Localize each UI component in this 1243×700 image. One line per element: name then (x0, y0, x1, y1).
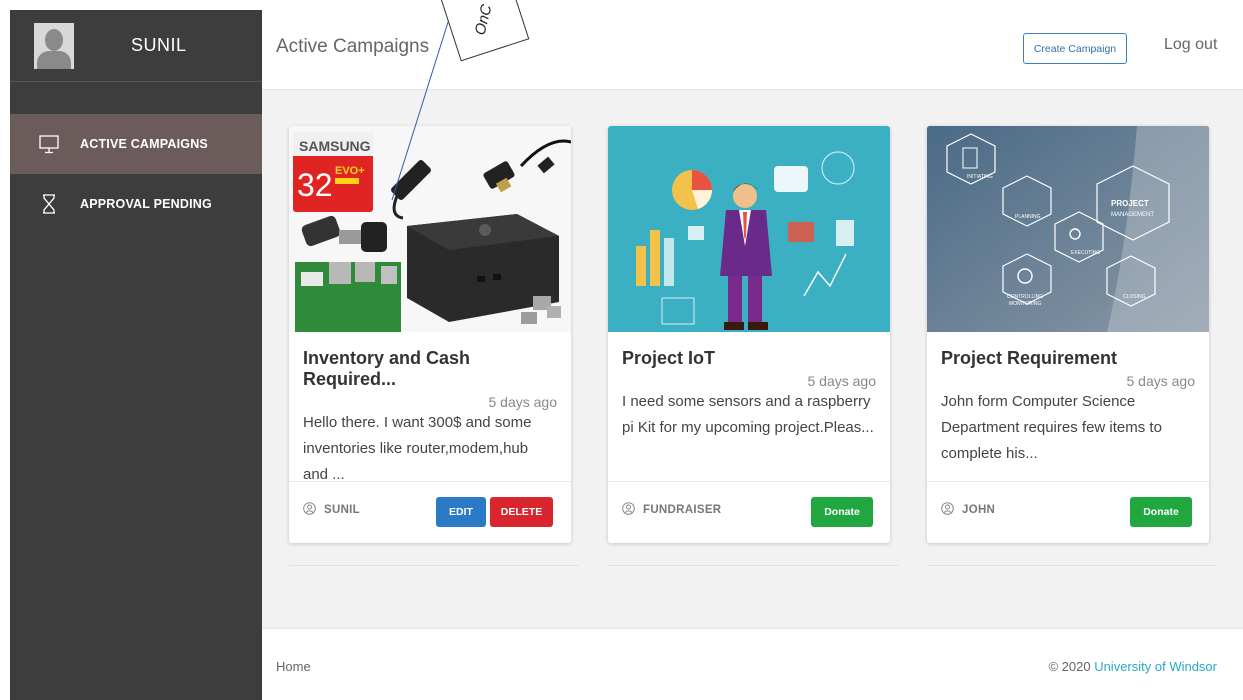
footer: Home © 2020 University of Windsor (262, 628, 1243, 700)
top-bar: Active Campaigns Create Campaign Log out (262, 10, 1243, 90)
svg-text:EVO+: EVO+ (335, 165, 365, 177)
campaign-card-footer: FUNDRAISER Donate (608, 481, 890, 543)
campaign-card[interactable]: INITIATING PLANNING EXECUTING CONTROLLIN… (927, 126, 1209, 543)
campaign-card[interactable]: Project IoT 5 days ago I need some senso… (608, 126, 890, 543)
campaign-date: 5 days ago (1126, 373, 1196, 389)
svg-text:INITIATING: INITIATING (967, 174, 993, 180)
hourglass-icon (38, 193, 60, 215)
donate-button[interactable]: Donate (1130, 497, 1192, 527)
image-brand-text: SAMSUNG (299, 138, 371, 154)
main-content: Active Campaigns Create Campaign Log out… (262, 10, 1243, 700)
sidebar-item-label: APPROVAL PENDING (80, 197, 212, 211)
page-title: Active Campaigns (276, 36, 430, 57)
campaign-description: Hello there. I want 300$ and some invent… (303, 414, 532, 483)
svg-text:CLOSING: CLOSING (1123, 294, 1146, 300)
sidebar-item-label: ACTIVE CAMPAIGNS (80, 137, 208, 151)
campaign-author: SUNIL (303, 502, 360, 518)
campaign-image (608, 126, 890, 332)
card-divider (289, 565, 579, 566)
create-campaign-button[interactable]: Create Campaign (1023, 33, 1127, 64)
sidebar-item-active-campaigns[interactable]: ACTIVE CAMPAIGNS (10, 114, 262, 174)
avatar[interactable] (34, 22, 74, 69)
svg-text:MANAGEMENT: MANAGEMENT (1111, 212, 1154, 218)
campaign-title[interactable]: Project Requirement (941, 348, 1195, 369)
sidebar-item-approval-pending[interactable]: APPROVAL PENDING (10, 174, 262, 234)
campaign-card-body: Project Requirement 5 days ago John form… (927, 332, 1209, 467)
campaign-author: FUNDRAISER (622, 502, 721, 518)
campaign-card-body: Project IoT 5 days ago I need some senso… (608, 332, 890, 441)
campaign-description: John form Computer Science Department re… (941, 393, 1162, 462)
campaign-date: 5 days ago (488, 394, 558, 410)
user-circle-icon (941, 502, 954, 518)
card-divider (927, 565, 1217, 566)
logout-link[interactable]: Log out (1164, 36, 1217, 54)
sidebar: SUNIL ACTIVE CAMPAIGNS APPROVAL PENDING (10, 10, 262, 700)
card-divider (608, 565, 898, 566)
svg-text:PLANNING: PLANNING (1015, 214, 1041, 220)
campaign-title[interactable]: Inventory and Cash Required... (303, 348, 557, 390)
campaign-card-footer: JOHN Donate (927, 481, 1209, 543)
monitor-icon (38, 133, 60, 155)
edit-button[interactable]: EDIT (436, 497, 486, 527)
campaign-card-footer: SUNIL EDIT DELETE (289, 481, 571, 543)
donate-button[interactable]: Donate (811, 497, 873, 527)
campaign-title[interactable]: Project IoT (622, 348, 876, 369)
annotation-text: OnC (471, 2, 496, 37)
sidebar-username: SUNIL (131, 35, 187, 55)
user-circle-icon (303, 502, 316, 518)
campaign-date: 5 days ago (807, 373, 877, 389)
campaign-image: INITIATING PLANNING EXECUTING CONTROLLIN… (927, 126, 1209, 332)
svg-text:32: 32 (297, 167, 333, 203)
footer-home-link[interactable]: Home (276, 659, 311, 674)
campaign-description: I need some sensors and a raspberry pi K… (622, 393, 874, 436)
sidebar-header: SUNIL (10, 10, 262, 82)
delete-button[interactable]: DELETE (490, 497, 553, 527)
campaign-author: JOHN (941, 502, 995, 518)
campaign-card-body: Inventory and Cash Required... 5 days ag… (289, 332, 571, 488)
svg-text:CONTROLLING: CONTROLLING (1007, 294, 1043, 300)
campaign-card[interactable]: SAMSUNG 32 EVO+ Inventory and Cash Requi… (289, 126, 571, 543)
campaign-image: SAMSUNG 32 EVO+ (289, 126, 571, 332)
sidebar-nav: ACTIVE CAMPAIGNS APPROVAL PENDING (10, 114, 262, 234)
footer-copyright: © 2020 University of Windsor (1048, 659, 1217, 674)
user-circle-icon (622, 502, 635, 518)
footer-org-link[interactable]: University of Windsor (1094, 659, 1217, 674)
svg-text:MONITORING: MONITORING (1009, 301, 1042, 307)
svg-text:PROJECT: PROJECT (1111, 199, 1149, 208)
svg-text:EXECUTING: EXECUTING (1071, 250, 1100, 256)
